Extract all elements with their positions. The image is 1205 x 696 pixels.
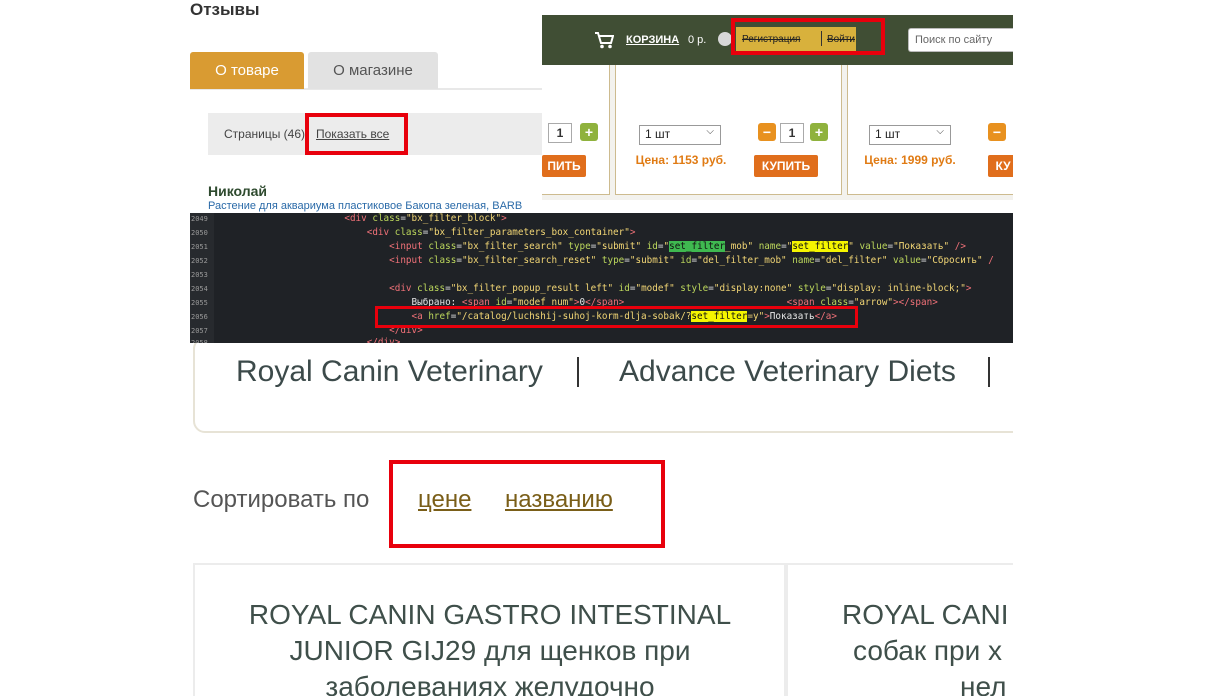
code-line: 2051 <input class="bx_filter_search" typ… [191,241,966,252]
price-label: Цена: 1153 руб. [635,153,727,167]
minus-button[interactable]: − [758,123,776,141]
buy-button[interactable]: ПИТЬ [542,155,586,177]
cart-link[interactable]: КОРЗИНА [626,34,679,46]
reviews-heading: Отзывы [190,0,260,19]
code-line: 2054 <div class="bx_filter_popup_result … [191,283,972,294]
product-title-line[interactable]: JUNIOR GIJ29 для щенков при [190,633,790,669]
quantity-field[interactable]: 1 [548,123,572,143]
reviews-panel: Отзывы О товаре О магазине Страницы (46)… [190,0,542,213]
code-line: 2053 [191,271,208,279]
plus-button[interactable]: + [810,123,828,141]
pages-count-label: Страницы (46) [224,127,306,141]
product-title-line[interactable]: ROYAL CANI [842,597,1008,633]
brand-divider [988,357,990,387]
brand-link[interactable]: Royal Canin Veterinary [236,355,543,389]
unit-select[interactable]: 1 шт ⌵ [639,125,721,145]
brands-panel: Royal Canin Veterinary Advance Veterinar… [190,343,1013,453]
unit-select-value: 1 шт [875,127,901,141]
highlight-box [375,306,858,328]
review-author: Николай [208,183,268,199]
code-line: 2049 <div class="bx_filter_block"> [191,213,507,224]
cart-icon[interactable] [594,31,614,49]
products-panel: ROYAL CANIN GASTRO INTESTINAL JUNIOR GIJ… [190,563,1013,696]
minus-button[interactable]: − [988,123,1006,141]
search-input[interactable]: Поиск по сайту [908,28,1013,52]
plus-button[interactable]: + [580,123,598,141]
sort-label: Сортировать по [193,486,370,513]
chevron-down-icon: ⌵ [936,126,944,137]
product-title-line[interactable]: собак при х [853,633,1002,669]
unit-select[interactable]: 1 шт ⌵ [869,125,951,145]
brand-link[interactable]: Advance Veterinary Diets [619,355,956,389]
price-label: Цена: 1999 руб. [864,153,956,167]
cart-amount: 0 р. [688,34,707,46]
user-icon [718,32,732,46]
unit-select-value: 1 шт [645,127,671,141]
buy-button[interactable]: КУПИТЬ [754,155,818,177]
review-text[interactable]: Растение для аквариума пластиковое Бакоп… [208,200,522,212]
chevron-down-icon: ⌵ [706,126,714,137]
highlight-box [389,460,665,548]
brand-divider [577,357,579,387]
quantity-field[interactable]: 1 [780,123,804,143]
code-line: 2050 <div class="bx_filter_parameters_bo… [191,227,636,238]
buy-button[interactable]: КУ [988,155,1013,177]
product-title-line[interactable]: ROYAL CANIN GASTRO INTESTINAL [190,597,790,633]
product-title-line[interactable]: нел [960,669,1006,696]
product-title-line[interactable]: заболеваниях желудочно [190,669,790,696]
code-line: 2052 <input class="bx_filter_search_rese… [191,255,994,266]
tab-about-shop[interactable]: О магазине [308,52,438,89]
tab-about-product[interactable]: О товаре [190,52,304,89]
highlight-box [305,113,408,155]
highlight-box [731,18,885,55]
